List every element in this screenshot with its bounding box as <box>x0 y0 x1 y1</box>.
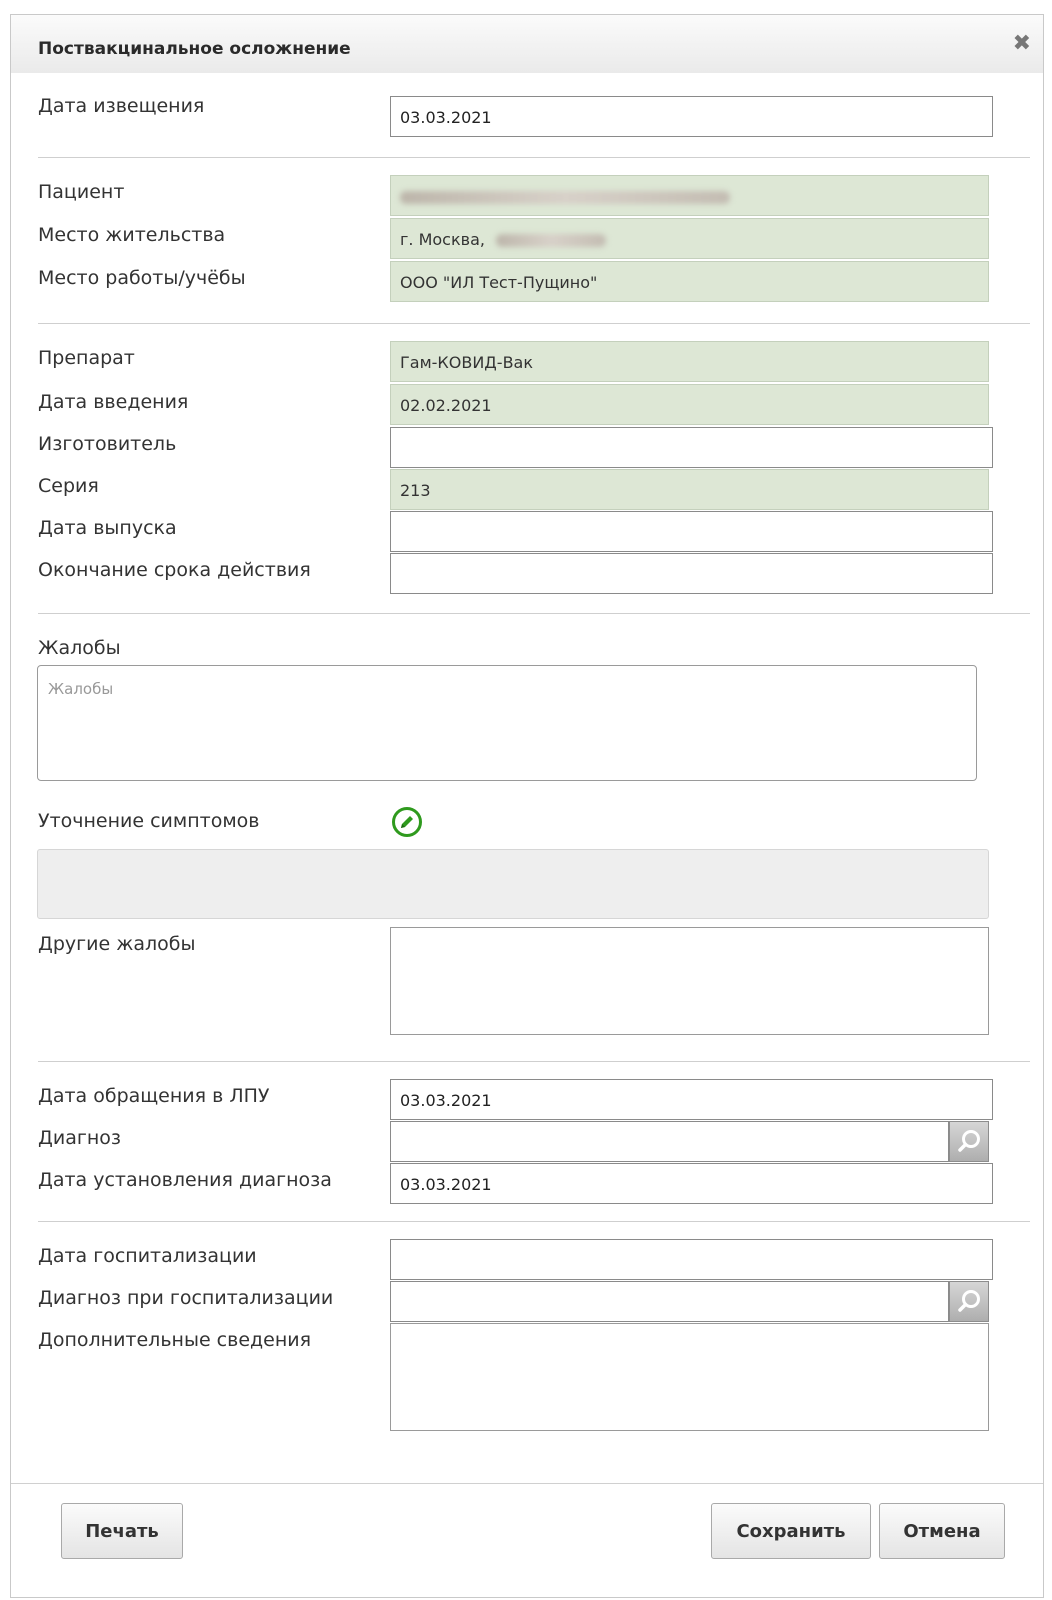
release-date-label: Дата выпуска <box>38 517 177 539</box>
hospital-diagnosis-label: Диагноз при госпитализации <box>38 1287 334 1309</box>
work-field: ООО "ИЛ Тест-Пущино" <box>390 261 989 302</box>
work-label: Место работы/учёбы <box>38 267 246 289</box>
divider <box>38 1061 1030 1062</box>
complaints-textarea[interactable]: Жалобы <box>37 665 977 781</box>
expiry-label: Окончание срока действия <box>38 559 311 581</box>
symptoms-label: Уточнение симптомов <box>38 810 260 832</box>
extra-info-textarea[interactable] <box>390 1323 989 1431</box>
patient-label: Пациент <box>38 181 125 203</box>
manufacturer-label: Изготовитель <box>38 433 177 455</box>
save-button[interactable]: Сохранить <box>711 1503 871 1559</box>
residence-redacted <box>496 234 607 247</box>
diagnosis-label: Диагноз <box>38 1127 121 1149</box>
footer-divider <box>11 1483 1043 1484</box>
manufacturer-field[interactable] <box>390 427 993 468</box>
residence-value: г. Москва, <box>400 230 485 249</box>
residence-field: г. Москва, <box>390 218 989 259</box>
admin-date-field: 02.02.2021 <box>390 384 989 425</box>
hospital-diagnosis-search-button[interactable] <box>949 1281 989 1322</box>
symptoms-box <box>37 849 989 919</box>
extra-info-label: Дополнительные сведения <box>38 1329 312 1351</box>
patient-name-redacted <box>400 191 730 204</box>
hospital-diagnosis-field[interactable] <box>390 1281 949 1322</box>
dialog-title: Поствакцинальное осложнение <box>38 39 351 59</box>
series-label: Серия <box>38 475 99 497</box>
edit-pencil-icon[interactable] <box>391 806 423 838</box>
other-complaints-label: Другие жалобы <box>38 933 196 955</box>
divider <box>38 1221 1030 1222</box>
search-icon <box>958 1290 980 1312</box>
visit-date-field[interactable]: 03.03.2021 <box>390 1079 993 1120</box>
diagnosis-search-button[interactable] <box>949 1121 989 1162</box>
cancel-button[interactable]: Отмена <box>879 1503 1005 1559</box>
diagnosis-date-label: Дата установления диагноза <box>38 1169 332 1191</box>
notice-date-label: Дата извещения <box>38 95 205 117</box>
diagnosis-date-field[interactable]: 03.03.2021 <box>390 1163 993 1204</box>
complication-dialog: Поствакцинальное осложнение ✖ Дата извещ… <box>10 14 1044 1598</box>
notice-date-field[interactable]: 03.03.2021 <box>390 96 993 137</box>
release-date-field[interactable] <box>390 511 993 552</box>
drug-field: Гам-КОВИД-Вак <box>390 341 989 382</box>
admin-date-label: Дата введения <box>38 391 189 413</box>
drug-label: Препарат <box>38 347 135 369</box>
close-icon[interactable]: ✖ <box>1013 33 1031 55</box>
complaints-label: Жалобы <box>38 637 121 659</box>
print-button[interactable]: Печать <box>61 1503 183 1559</box>
dialog-titlebar: Поствакцинальное осложнение ✖ <box>11 15 1043 74</box>
hospital-date-label: Дата госпитализации <box>38 1245 257 1267</box>
diagnosis-field[interactable] <box>390 1121 949 1162</box>
hospital-date-field[interactable] <box>390 1239 993 1280</box>
series-field: 213 <box>390 469 989 510</box>
search-icon <box>958 1130 980 1152</box>
visit-date-label: Дата обращения в ЛПУ <box>38 1085 270 1107</box>
expiry-field[interactable] <box>390 553 993 594</box>
residence-label: Место жительства <box>38 224 226 246</box>
dialog-body: Дата извещения 03.03.2021 Пациент Место … <box>11 73 1043 1597</box>
divider <box>38 323 1030 324</box>
patient-field <box>390 175 989 216</box>
other-complaints-textarea[interactable] <box>390 927 989 1035</box>
divider <box>38 613 1030 614</box>
divider <box>38 157 1030 158</box>
